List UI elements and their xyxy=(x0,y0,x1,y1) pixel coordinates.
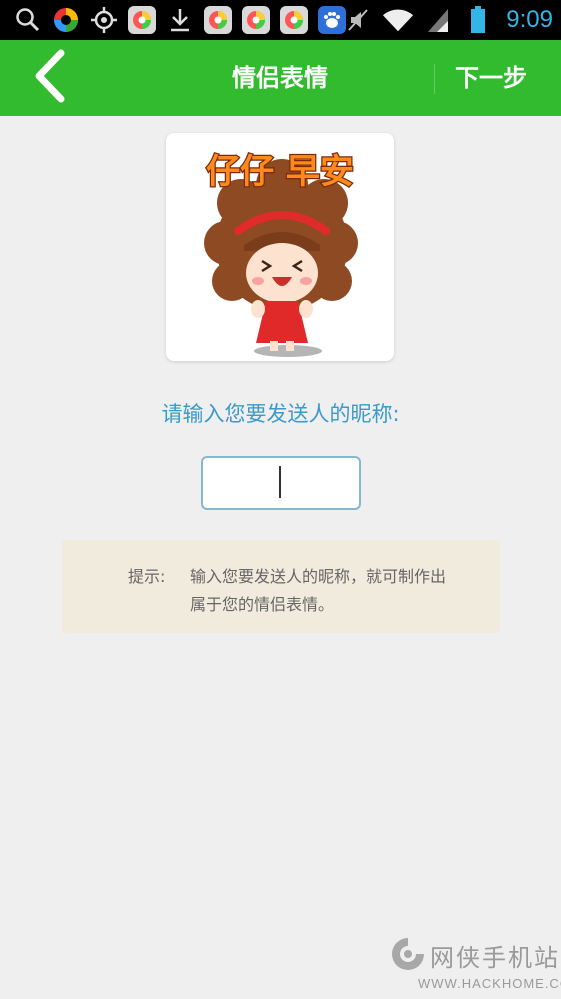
app-tile-icon xyxy=(240,4,272,36)
app-tile-icon xyxy=(202,4,234,36)
hint-label: 提示: xyxy=(128,567,166,586)
search-icon xyxy=(12,4,44,36)
page-title: 情侣表情 xyxy=(232,64,328,92)
app-header: 情侣表情 下一步 xyxy=(0,40,561,116)
watermark-logo-icon xyxy=(390,936,426,976)
app-tile-icon xyxy=(278,4,310,36)
text-cursor xyxy=(279,466,281,498)
sticker-caption: 仔仔 早安 xyxy=(206,152,354,192)
notification-icons xyxy=(12,4,348,36)
back-button[interactable] xyxy=(20,48,80,108)
hint-box: 提示: 输入您要发送人的昵称，就可制作出属于您的情侣表情。 xyxy=(62,540,500,633)
status-bar: 9:09 xyxy=(0,0,561,40)
mute-icon xyxy=(342,4,374,36)
nickname-input[interactable] xyxy=(201,456,361,510)
app-tile-icon xyxy=(126,4,158,36)
watermark-name: 网侠手机站 xyxy=(430,944,560,972)
watermark: 网侠手机站 WWW.HACKHOME.COM xyxy=(388,936,561,996)
next-step-button[interactable]: 下一步 xyxy=(436,40,546,116)
sticker-preview: 仔仔 早安 xyxy=(166,133,394,361)
download-icon xyxy=(164,4,196,36)
sticker-image: 仔仔 早安 xyxy=(204,151,358,357)
clock: 9:09 xyxy=(506,6,553,33)
header-divider xyxy=(434,64,435,94)
gps-icon xyxy=(88,4,120,36)
watermark-url: WWW.HACKHOME.COM xyxy=(418,976,561,991)
signal-icon xyxy=(422,4,454,36)
wifi-icon xyxy=(382,4,414,36)
battery-icon xyxy=(462,4,494,36)
back-arrow-icon xyxy=(33,49,67,107)
hint-text: 输入您要发送人的昵称，就可制作出属于您的情侣表情。 xyxy=(190,567,447,614)
app-circle-icon xyxy=(50,4,82,36)
system-icons: 9:09 xyxy=(342,4,553,36)
nickname-prompt: 请输入您要发送人的昵称: xyxy=(161,402,400,426)
